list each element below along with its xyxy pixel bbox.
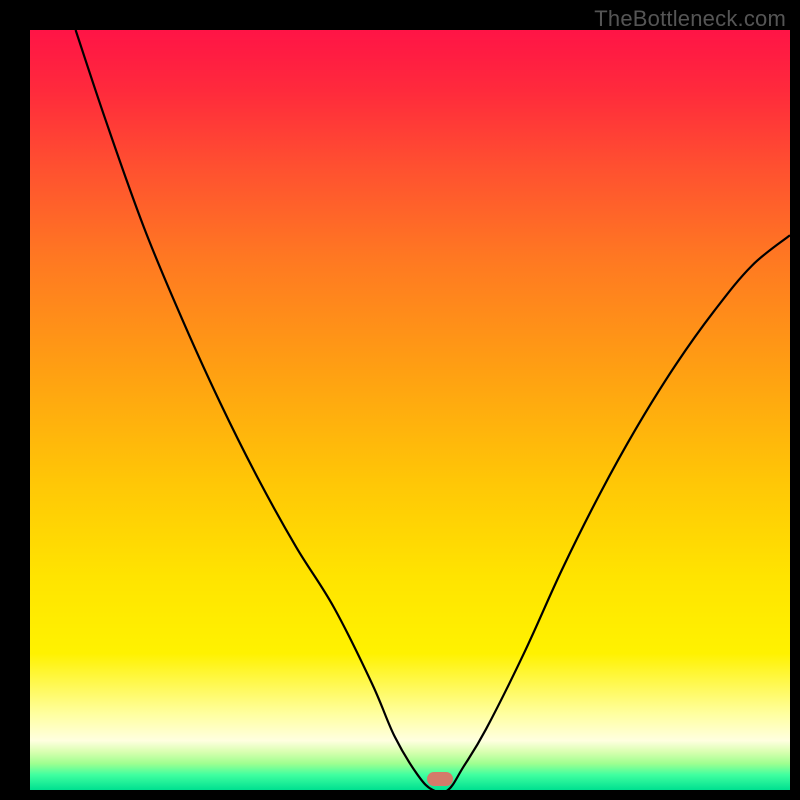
watermark-text: TheBottleneck.com	[594, 6, 786, 32]
optimal-marker	[427, 772, 453, 786]
bottleneck-curve	[76, 30, 790, 790]
curve-svg	[30, 30, 790, 790]
plot-area	[30, 30, 790, 790]
